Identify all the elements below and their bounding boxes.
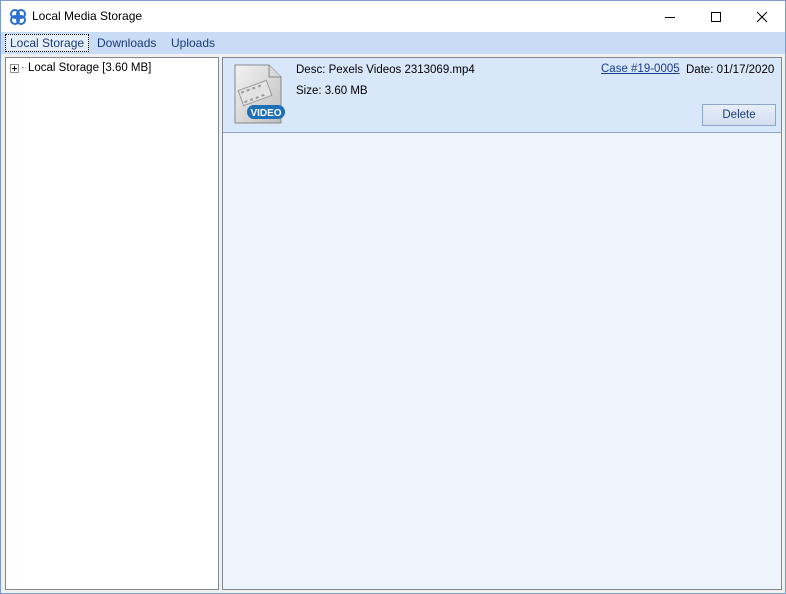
tab-uploads[interactable]: Uploads — [167, 35, 219, 51]
tab-local-storage[interactable]: Local Storage — [5, 34, 90, 52]
media-description: Desc: Pexels Videos 2313069.mp4 — [296, 64, 475, 76]
storage-tree-panel[interactable]: Local Storage [3.60 MB] — [5, 57, 219, 590]
app-window: Local Media Storage Local Storage Downlo… — [0, 0, 786, 594]
media-list-panel[interactable]: VIDEO Desc: Pexels Videos 2313069.mp4 Si… — [222, 57, 782, 590]
tree-node-local-storage[interactable]: Local Storage [3.60 MB] — [10, 60, 151, 76]
media-date: Date: 01/17/2020 — [686, 64, 775, 76]
tab-downloads[interactable]: Downloads — [93, 35, 160, 51]
media-item-card[interactable]: VIDEO Desc: Pexels Videos 2313069.mp4 Si… — [223, 58, 781, 133]
app-logo-icon — [9, 8, 27, 26]
tree-connector — [22, 67, 26, 69]
expand-icon[interactable] — [10, 63, 19, 73]
window-title: Local Media Storage — [32, 9, 143, 23]
video-badge-label: VIDEO — [250, 108, 281, 119]
close-icon — [756, 11, 768, 22]
case-link[interactable]: Case #19-0005 — [601, 63, 680, 75]
close-button[interactable] — [739, 1, 785, 32]
title-bar[interactable]: Local Media Storage — [1, 1, 785, 32]
maximize-icon — [711, 11, 721, 22]
maximize-button[interactable] — [693, 1, 739, 32]
media-size: Size: 3.60 MB — [296, 85, 368, 97]
tree-node-label[interactable]: Local Storage [3.60 MB] — [28, 62, 151, 74]
video-file-icon[interactable]: VIDEO — [231, 63, 289, 127]
minimize-icon — [665, 16, 675, 18]
delete-button[interactable]: Delete — [702, 104, 776, 126]
minimize-button[interactable] — [647, 1, 693, 32]
tab-bar: Local Storage Downloads Uploads — [1, 32, 785, 54]
